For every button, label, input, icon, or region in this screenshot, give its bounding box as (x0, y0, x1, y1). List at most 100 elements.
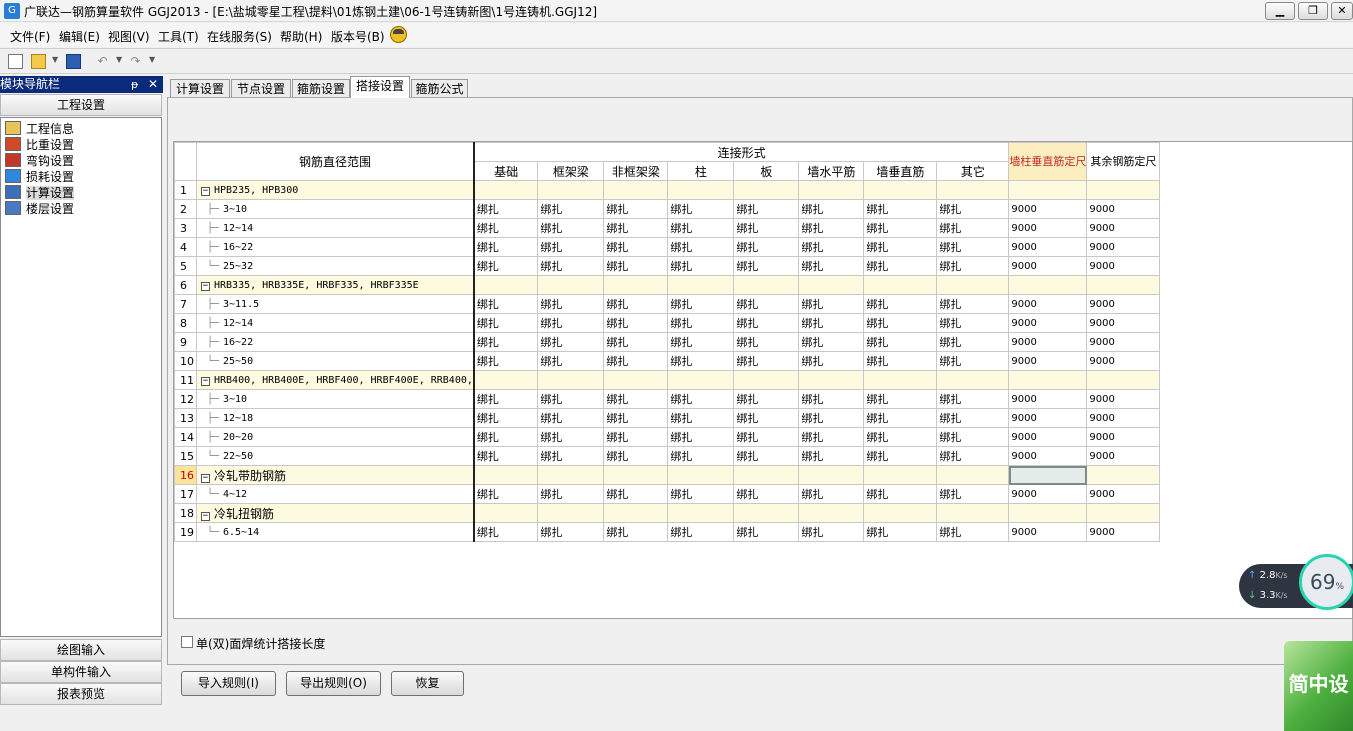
wall-column-length-cell[interactable]: 9000 (1008, 313, 1088, 333)
connection-type-cell[interactable]: 绑扎 (537, 256, 605, 276)
connection-type-cell[interactable]: 绑扎 (936, 294, 1010, 314)
row-number[interactable]: 3 (174, 218, 197, 238)
undo-icon[interactable]: ↶ (95, 54, 110, 69)
connection-type-cell[interactable] (472, 503, 539, 523)
connection-type-cell[interactable]: 绑扎 (863, 522, 938, 542)
connection-type-cell[interactable]: 绑扎 (733, 218, 800, 238)
connection-type-cell[interactable]: 绑扎 (936, 484, 1010, 504)
wall-column-length-cell[interactable]: 9000 (1008, 256, 1088, 276)
connection-type-cell[interactable]: 绑扎 (936, 313, 1010, 333)
collapse-icon[interactable]: − (201, 511, 210, 521)
wall-column-length-cell[interactable]: 9000 (1008, 446, 1088, 466)
connection-type-cell[interactable]: 绑扎 (863, 484, 938, 504)
connection-type-cell[interactable]: 绑扎 (798, 522, 865, 542)
wall-column-length-cell[interactable]: 9000 (1008, 389, 1088, 409)
connection-type-cell[interactable]: 绑扎 (603, 427, 669, 447)
connection-type-cell[interactable]: 绑扎 (733, 313, 800, 333)
connection-type-cell[interactable]: 绑扎 (472, 294, 539, 314)
input-method-badge[interactable]: 简中设 (1284, 641, 1353, 731)
connection-type-cell[interactable] (537, 275, 605, 295)
connection-type-cell[interactable] (936, 370, 1010, 390)
minimize-button[interactable]: ▁ (1265, 2, 1295, 20)
connection-type-cell[interactable]: 绑扎 (667, 522, 735, 542)
connection-type-cell[interactable] (667, 370, 735, 390)
connection-type-cell[interactable] (537, 180, 605, 200)
table-row[interactable]: 3 ├─ 12~14 绑扎 绑扎 绑扎 绑扎 绑扎 绑扎 绑扎 绑扎 9000 9000 (174, 218, 1161, 238)
connection-type-cell[interactable]: 绑扎 (733, 484, 800, 504)
table-row[interactable]: 18− 冷轧扭钢筋 (174, 503, 1161, 523)
range-cell[interactable]: ├─ 12~18 (195, 408, 475, 428)
connection-type-cell[interactable] (863, 465, 938, 485)
wall-column-length-cell[interactable] (1008, 370, 1088, 390)
connection-type-cell[interactable]: 绑扎 (863, 237, 938, 257)
table-row[interactable]: 4 ├─ 16~22 绑扎 绑扎 绑扎 绑扎 绑扎 绑扎 绑扎 绑扎 9000 9000 (174, 237, 1161, 257)
connection-type-cell[interactable] (603, 180, 669, 200)
connection-type-cell[interactable]: 绑扎 (733, 446, 800, 466)
connection-type-cell[interactable] (733, 275, 800, 295)
connection-type-cell[interactable] (603, 370, 669, 390)
connection-type-cell[interactable]: 绑扎 (863, 427, 938, 447)
connection-type-cell[interactable]: 绑扎 (537, 313, 605, 333)
connection-type-cell[interactable]: 绑扎 (936, 427, 1010, 447)
new-file-icon[interactable] (8, 54, 23, 69)
connection-type-cell[interactable] (733, 180, 800, 200)
connection-type-cell[interactable]: 绑扎 (863, 408, 938, 428)
connection-type-cell[interactable]: 绑扎 (603, 199, 669, 219)
connection-type-cell[interactable]: 绑扎 (537, 427, 605, 447)
connection-type-cell[interactable] (537, 370, 605, 390)
import-rules-button[interactable]: 导入规则(I) (181, 671, 276, 696)
nav-tree-item[interactable]: 比重设置 (5, 136, 74, 152)
connection-type-cell[interactable]: 绑扎 (936, 199, 1010, 219)
connection-type-cell[interactable]: 绑扎 (936, 332, 1010, 352)
connection-type-cell[interactable]: 绑扎 (603, 446, 669, 466)
menu-help[interactable]: 帮助(H) (280, 28, 322, 45)
other-rebar-length-cell[interactable]: 9000 (1086, 427, 1161, 447)
range-cell[interactable]: ├─ 12~14 (195, 313, 475, 333)
connection-type-cell[interactable]: 绑扎 (798, 484, 865, 504)
connection-type-cell[interactable] (733, 370, 800, 390)
row-number[interactable]: 19 (174, 522, 197, 542)
row-number[interactable]: 11 (174, 370, 197, 390)
connection-type-cell[interactable] (798, 180, 865, 200)
connection-type-cell[interactable]: 绑扎 (863, 446, 938, 466)
range-cell[interactable]: ├─ 3~10 (195, 389, 475, 409)
close-button[interactable]: ✕ (1331, 2, 1353, 20)
menu-edit[interactable]: 编辑(E) (59, 28, 100, 45)
table-row[interactable]: 2 ├─ 3~10 绑扎 绑扎 绑扎 绑扎 绑扎 绑扎 绑扎 绑扎 9000 9000 (174, 199, 1161, 219)
network-speed-widget[interactable]: ↑ 2.8K/s ↓ 3.3K/s 69% (1239, 554, 1353, 610)
range-cell[interactable]: ├─ 16~22 (195, 237, 475, 257)
table-row[interactable]: 19 └─ 6.5~14 绑扎 绑扎 绑扎 绑扎 绑扎 绑扎 绑扎 绑扎 9000 9000 (174, 522, 1161, 542)
connection-type-cell[interactable] (936, 503, 1010, 523)
nav-tree-item[interactable]: 工程信息 (5, 120, 74, 136)
other-rebar-length-cell[interactable]: 9000 (1086, 522, 1161, 542)
connection-type-cell[interactable]: 绑扎 (798, 294, 865, 314)
table-row[interactable]: 1− HPB235, HPB300 (174, 180, 1161, 200)
connection-type-cell[interactable]: 绑扎 (733, 294, 800, 314)
connection-type-cell[interactable] (733, 465, 800, 485)
connection-type-cell[interactable] (798, 503, 865, 523)
connection-type-cell[interactable]: 绑扎 (863, 313, 938, 333)
row-number[interactable]: 16 (174, 465, 197, 485)
group-cell[interactable]: − 冷轧扭钢筋 (195, 503, 475, 523)
range-cell[interactable]: ├─ 20~20 (195, 427, 475, 447)
other-rebar-length-cell[interactable]: 9000 (1086, 408, 1161, 428)
connection-type-cell[interactable]: 绑扎 (537, 237, 605, 257)
range-cell[interactable]: └─ 25~50 (195, 351, 475, 371)
connection-type-cell[interactable]: 绑扎 (798, 351, 865, 371)
tab-lap-settings[interactable]: 搭接设置 (350, 76, 410, 98)
connection-type-cell[interactable] (667, 465, 735, 485)
connection-type-cell[interactable] (472, 275, 539, 295)
other-rebar-length-cell[interactable]: 9000 (1086, 446, 1161, 466)
row-number[interactable]: 5 (174, 256, 197, 276)
connection-type-cell[interactable] (667, 275, 735, 295)
wall-column-length-cell[interactable]: 9000 (1008, 332, 1088, 352)
group-cell[interactable]: − HRB335, HRB335E, HRBF335, HRBF335E (195, 275, 475, 295)
wall-column-length-cell[interactable]: 9000 (1008, 427, 1088, 447)
connection-type-cell[interactable]: 绑扎 (863, 256, 938, 276)
connection-type-cell[interactable] (472, 180, 539, 200)
connection-type-cell[interactable]: 绑扎 (472, 199, 539, 219)
connection-type-cell[interactable]: 绑扎 (667, 446, 735, 466)
connection-type-cell[interactable]: 绑扎 (603, 218, 669, 238)
range-cell[interactable]: └─ 22~50 (195, 446, 475, 466)
connection-type-cell[interactable]: 绑扎 (537, 351, 605, 371)
